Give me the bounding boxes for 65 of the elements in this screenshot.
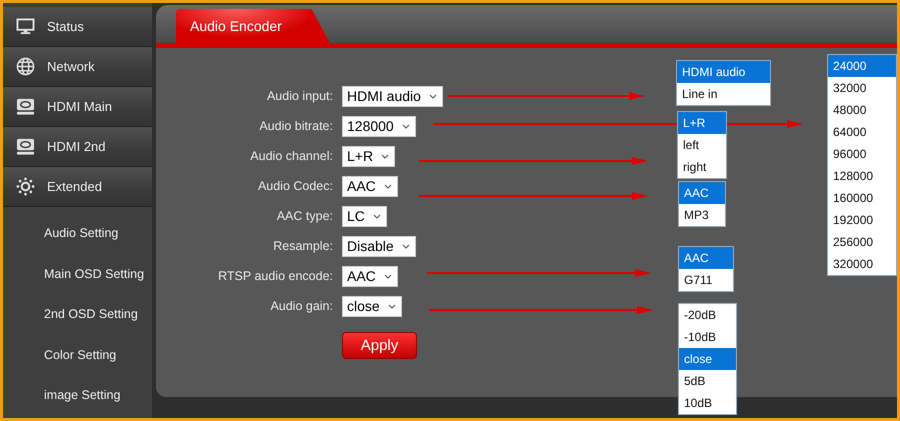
dropdown[interactable]: close	[342, 296, 402, 316]
nav-subitem[interactable]: Color Setting	[3, 334, 152, 375]
option[interactable]: 320000	[828, 253, 896, 275]
option[interactable]: 64000	[828, 121, 896, 143]
dropdown[interactable]: LC	[342, 206, 387, 226]
tab[interactable]: Audio Encoder	[176, 9, 330, 43]
option[interactable]: AAC	[679, 247, 733, 269]
field-label: Audio channel:	[249, 148, 333, 165]
chevron-down-icon	[428, 94, 437, 98]
dropdown[interactable]: Disable	[342, 236, 416, 256]
option[interactable]: 128000	[828, 165, 896, 187]
field-label: Audio bitrate:	[258, 118, 333, 135]
hard-drive-icon	[16, 137, 35, 156]
option[interactable]: 256000	[828, 231, 896, 253]
option[interactable]: left	[678, 134, 726, 156]
option[interactable]: 24000	[828, 55, 896, 77]
nav-subitem[interactable]: Audio Setting	[3, 213, 152, 254]
field-label: Audio gain:	[269, 298, 333, 315]
option[interactable]: 192000	[828, 209, 896, 231]
option[interactable]: AAC	[679, 182, 725, 204]
option[interactable]: -10dB	[679, 326, 736, 348]
dropdown[interactable]: AAC	[342, 176, 398, 196]
field-label: Audio input:	[266, 88, 333, 105]
option[interactable]: right	[678, 156, 726, 178]
chevron-down-icon	[384, 274, 392, 278]
chevron-down-icon	[402, 244, 410, 248]
option[interactable]: 96000	[828, 143, 896, 165]
option[interactable]: HDMI audio	[677, 61, 770, 83]
field-label: AAC type:	[276, 208, 333, 225]
dropdown[interactable]: L+R	[342, 146, 396, 166]
chevron-down-icon	[402, 124, 410, 128]
option[interactable]: 10dB	[679, 392, 736, 414]
option[interactable]: 160000	[828, 187, 896, 209]
hard-drive-icon	[16, 97, 35, 116]
field-label: RTSP audio encode:	[217, 268, 333, 285]
option[interactable]: close	[679, 348, 736, 370]
apply-button[interactable]: Apply	[342, 332, 417, 358]
monitor-icon	[16, 18, 35, 35]
nav-item[interactable]: HDMI 2nd	[3, 127, 152, 166]
nav-subitem[interactable]: Main OSD Setting	[3, 254, 152, 294]
dropdown[interactable]: HDMI audio	[342, 86, 443, 106]
chevron-down-icon	[388, 304, 396, 308]
nav-item[interactable]: HDMI Main	[3, 87, 152, 126]
nav-item[interactable]: Network	[3, 47, 152, 86]
option[interactable]: 5dB	[679, 370, 736, 392]
nav-item[interactable]: Status	[3, 7, 152, 46]
field-label: Resample:	[272, 238, 333, 255]
gear-icon	[16, 177, 35, 196]
option[interactable]: L+R	[678, 112, 726, 134]
chevron-down-icon	[372, 214, 381, 218]
dropdown[interactable]: 128000	[342, 116, 416, 136]
option[interactable]: -20dB	[679, 304, 736, 326]
field-label: Audio Codec:	[256, 178, 333, 195]
option[interactable]: G711	[679, 269, 733, 291]
nav-item[interactable]: Extended	[3, 167, 152, 206]
globe-icon	[16, 57, 35, 76]
chevron-down-icon	[384, 184, 392, 188]
nav-subitem[interactable]: image Setting	[3, 375, 152, 416]
nav-subitem[interactable]: 2nd OSD Setting	[3, 294, 152, 334]
option[interactable]: 48000	[828, 99, 896, 121]
option[interactable]: MP3	[679, 204, 725, 226]
chevron-down-icon	[381, 154, 390, 158]
option[interactable]: 32000	[828, 77, 896, 99]
option[interactable]: Line in	[677, 83, 770, 105]
dropdown[interactable]: AAC	[342, 266, 398, 286]
